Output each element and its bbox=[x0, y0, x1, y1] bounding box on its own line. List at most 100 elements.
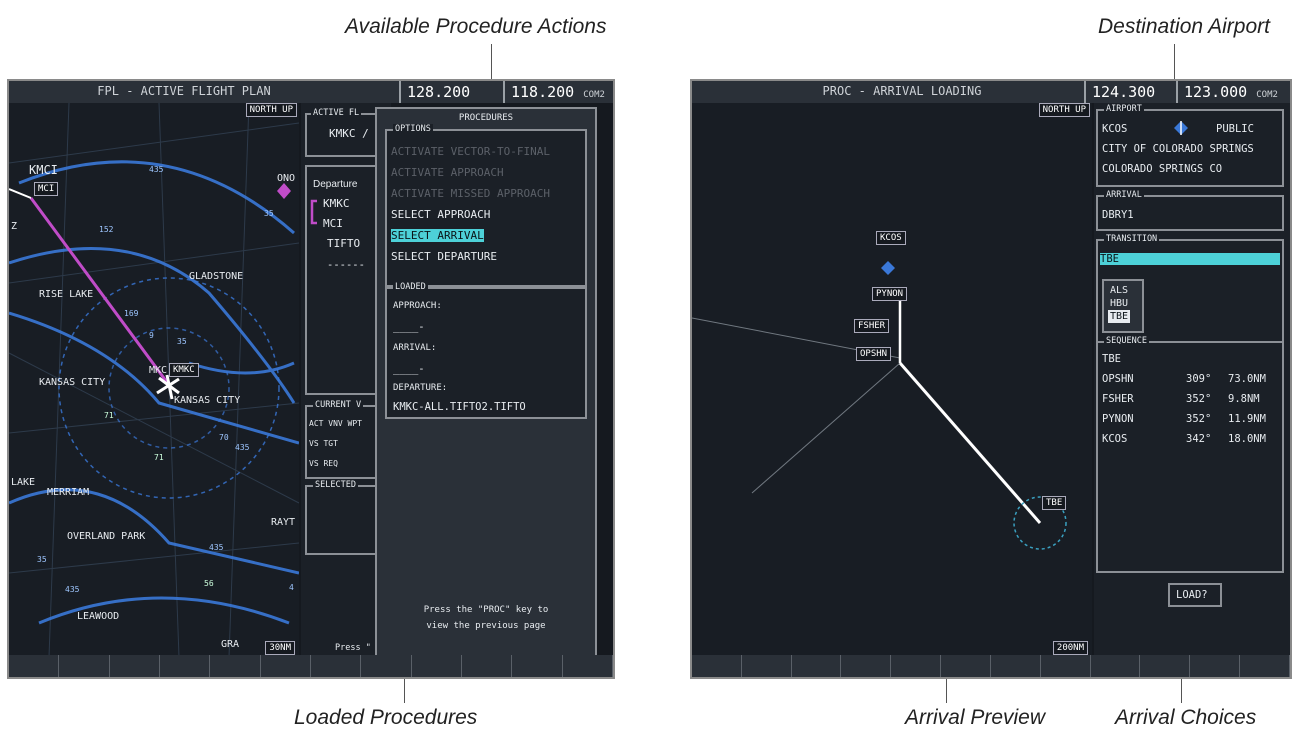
softkey[interactable] bbox=[361, 655, 412, 677]
options-title: OPTIONS bbox=[393, 124, 433, 134]
fpl-dashes: ------ bbox=[327, 259, 365, 271]
highway-shield: 152 bbox=[99, 225, 114, 234]
arrival-preview-map[interactable]: NORTH UP KCOS PYNON FSHER OPSHN TBE 200N… bbox=[692, 103, 1092, 657]
sequence-dtk: 342° bbox=[1186, 433, 1212, 445]
fpl-waypoint[interactable]: MCI bbox=[323, 217, 343, 230]
loaded-departure-label: DEPARTURE: bbox=[393, 383, 448, 393]
procedure-option: ACTIVATE VECTOR-TO-FINAL bbox=[391, 145, 550, 158]
airport-id[interactable]: KCOS bbox=[1102, 123, 1127, 135]
selected-title: SELECTED bbox=[313, 480, 358, 490]
callout-arrival-preview: Arrival Preview bbox=[905, 706, 1046, 729]
map-label-ono: ONO bbox=[277, 173, 296, 184]
map-waypoint-opshn: OPSHN bbox=[856, 347, 892, 361]
softkey[interactable] bbox=[991, 655, 1041, 677]
sequence-waypoint: OPSHN bbox=[1102, 373, 1134, 385]
route-graphics bbox=[692, 261, 1067, 550]
freq-standby-value: 118.200 bbox=[511, 83, 575, 101]
transition-option[interactable]: ALS bbox=[1108, 284, 1130, 297]
transition-choices-popup[interactable]: ALS HBU TBE bbox=[1102, 279, 1144, 333]
sequence-dtk: 309° bbox=[1186, 373, 1212, 385]
info-pane: AIRPORT KCOS PUBLIC CITY OF COLORADO SPR… bbox=[1094, 103, 1290, 657]
press-hint: Press " bbox=[335, 643, 371, 653]
sequence-distance: 11.9NM bbox=[1228, 413, 1266, 425]
highway-shield: 35 bbox=[177, 337, 187, 346]
softkey[interactable] bbox=[261, 655, 311, 677]
highway-shield: 71 bbox=[154, 453, 164, 462]
softkey[interactable] bbox=[692, 655, 742, 677]
options-box: OPTIONS ACTIVATE VECTOR-TO-FINAL ACTIVATE… bbox=[385, 124, 587, 287]
fpl-waypoint[interactable]: KMKC bbox=[323, 197, 350, 210]
loaded-box: LOADED APPROACH: ____- ARRIVAL: ____- DE… bbox=[385, 282, 587, 419]
highway-shield: 435 bbox=[149, 165, 164, 174]
nav-map[interactable]: NORTH UP KMCI MCI Z ONO GLADSTONE RISE L… bbox=[9, 103, 299, 657]
fpl-waypoint[interactable]: TIFTO bbox=[327, 237, 360, 250]
softkey[interactable] bbox=[160, 655, 211, 677]
load-button-label: LOAD? bbox=[1176, 589, 1208, 601]
softkey[interactable] bbox=[9, 655, 60, 677]
softkey[interactable] bbox=[1140, 655, 1191, 677]
loaded-title: LOADED bbox=[393, 282, 428, 292]
softkey[interactable] bbox=[59, 655, 110, 677]
act-vnv-label: ACT VNV WPT bbox=[309, 419, 362, 428]
softkey[interactable] bbox=[110, 655, 160, 677]
map-label-z: Z bbox=[11, 221, 18, 232]
sequence-dtk: 352° bbox=[1186, 413, 1212, 425]
transition-choices: ALS HBU TBE bbox=[1108, 284, 1131, 323]
airport-name: CITY OF COLORADO SPRINGS bbox=[1102, 143, 1254, 155]
sequence-distance: 73.0NM bbox=[1228, 373, 1266, 385]
arrival-value[interactable]: DBRY1 bbox=[1102, 209, 1134, 221]
softkey[interactable] bbox=[512, 655, 563, 677]
highway-shield: 71 bbox=[104, 411, 114, 420]
softkey[interactable] bbox=[1041, 655, 1091, 677]
softkey[interactable] bbox=[1091, 655, 1141, 677]
softkey[interactable] bbox=[210, 655, 261, 677]
loaded-approach-label: APPROACH: bbox=[393, 301, 442, 311]
softkey[interactable] bbox=[841, 655, 892, 677]
softkey[interactable] bbox=[792, 655, 842, 677]
sequence-waypoint: KCOS bbox=[1102, 433, 1128, 445]
softkey[interactable] bbox=[941, 655, 991, 677]
softkey[interactable] bbox=[462, 655, 513, 677]
left-display: FPL - ACTIVE FLIGHT PLAN 128.200 118.200… bbox=[7, 79, 615, 679]
freq-standby[interactable]: 123.000 COM2 bbox=[1176, 81, 1290, 103]
softkey-bar[interactable] bbox=[692, 655, 1290, 677]
procedure-option[interactable]: SELECT APPROACH bbox=[391, 208, 490, 221]
softkey[interactable] bbox=[563, 655, 613, 677]
softkey[interactable] bbox=[1240, 655, 1290, 677]
map-waypoint-kcos: KCOS bbox=[876, 231, 906, 245]
softkey-bar[interactable] bbox=[9, 655, 613, 677]
freq-active[interactable]: 128.200 bbox=[399, 81, 503, 103]
map-range[interactable]: 200NM bbox=[1052, 641, 1088, 655]
highway-shield: 169 bbox=[124, 309, 139, 318]
loaded-arrival-label: ARRIVAL: bbox=[393, 343, 437, 353]
freq-standby[interactable]: 118.200 COM2 bbox=[503, 81, 613, 103]
softkey[interactable] bbox=[742, 655, 792, 677]
procedure-option[interactable]: SELECT DEPARTURE bbox=[391, 250, 497, 263]
softkey[interactable] bbox=[311, 655, 362, 677]
softkey[interactable] bbox=[891, 655, 942, 677]
departure-header: Departure bbox=[313, 179, 358, 190]
highway-shield: 56 bbox=[204, 579, 214, 588]
procedure-option[interactable]: SELECT ARRIVAL bbox=[391, 229, 484, 242]
proc-hint-line1: Press the "PROC" key to bbox=[423, 605, 549, 615]
right-display: PROC - ARRIVAL LOADING 124.300 123.000 C… bbox=[690, 79, 1292, 679]
load-button[interactable]: LOAD? bbox=[1168, 583, 1222, 607]
freq-standby-value: 123.000 bbox=[1184, 83, 1248, 101]
active-fpl-title: ACTIVE FL bbox=[311, 108, 362, 118]
map-range[interactable]: 30NM bbox=[265, 641, 295, 655]
transition-field[interactable]: TBE bbox=[1100, 253, 1280, 265]
sequence-distance: 9.8NM bbox=[1228, 393, 1260, 405]
transition-option[interactable]: HBU bbox=[1108, 297, 1130, 310]
softkey[interactable] bbox=[1190, 655, 1241, 677]
sequence-waypoint: TBE bbox=[1102, 353, 1121, 365]
orientation-label: NORTH UP bbox=[1038, 103, 1090, 117]
highway-shield: 70 bbox=[219, 433, 229, 442]
softkey[interactable] bbox=[412, 655, 462, 677]
map-label-gladstone: GLADSTONE bbox=[189, 271, 244, 282]
map-label-lake: LAKE bbox=[11, 477, 36, 488]
com-label: COM2 bbox=[583, 90, 605, 100]
procedure-option: ACTIVATE MISSED APPROACH bbox=[391, 187, 550, 200]
freq-active-value: 124.300 bbox=[1092, 83, 1156, 101]
freq-active[interactable]: 124.300 bbox=[1084, 81, 1176, 103]
transition-option[interactable]: TBE bbox=[1108, 310, 1131, 323]
